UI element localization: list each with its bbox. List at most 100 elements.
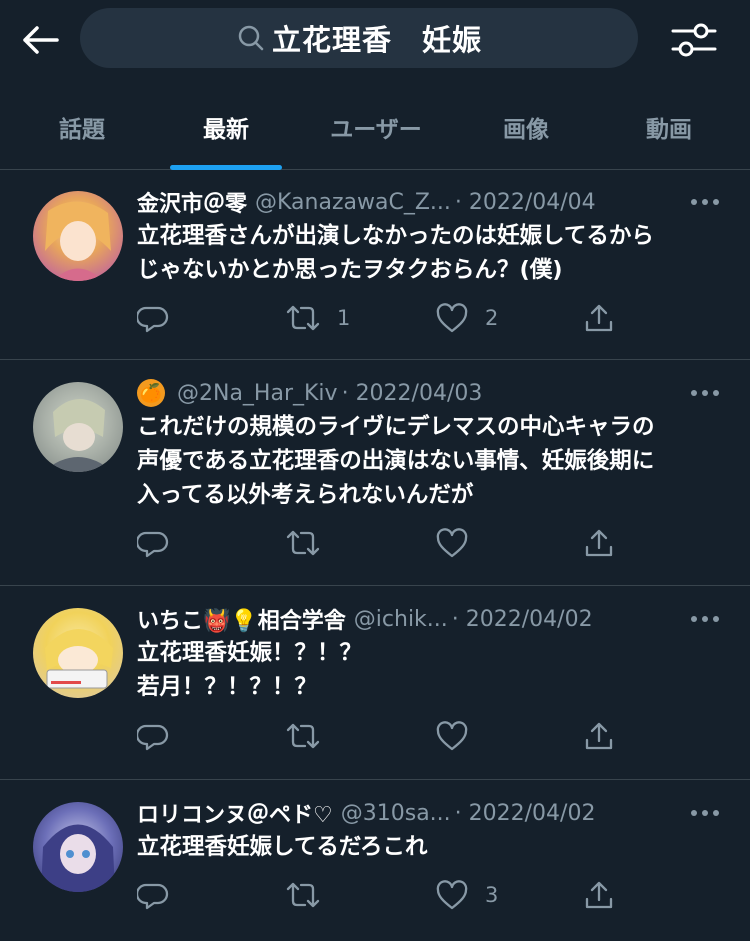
tweet[interactable]: 🍊 @2Na_Har_Kiv · 2022/04/03 これだけの規模のライヴに… — [0, 360, 750, 586]
tweet-text-line: これだけの規模のライヴにデレマスの中心キャラの — [137, 414, 655, 440]
tab-label: 動画 — [646, 117, 692, 143]
tab-label: ユーザー — [330, 117, 422, 143]
display-name[interactable]: ロリコンヌ＠ペド♡ — [137, 797, 333, 829]
reply-button[interactable] — [137, 298, 169, 338]
more-icon — [691, 199, 719, 205]
share-icon — [585, 304, 613, 332]
tweet-text-line: 若月！？！？！？ — [137, 674, 318, 700]
tweet-text: これだけの規模のライヴにデレマスの中心キャラの 声優である立花理香の出演はない事… — [137, 410, 722, 512]
tweet-text: 立花理香妊娠！？！？ 若月！？！？！？ — [137, 636, 722, 704]
tweet-header: いちこ👹💡相合学舎 @ichik... · 2022/04/02 — [137, 602, 720, 636]
tweet-text-line: 立花理香妊娠してるだろこれ — [137, 834, 428, 860]
heart-icon — [436, 528, 468, 558]
more-options-button[interactable] — [680, 604, 720, 634]
back-button[interactable] — [18, 18, 62, 62]
avatar[interactable] — [33, 608, 123, 698]
tab-photos[interactable]: 画像 — [464, 92, 588, 162]
tweet-text-line: じゃないかとか思ったヲタクおらん？(僕) — [137, 257, 563, 283]
sliders-icon — [671, 23, 717, 57]
like-button[interactable] — [435, 523, 485, 563]
user-handle[interactable]: @ichik... — [354, 607, 448, 632]
tweet-text: 立花理香さんが出演しなかったのは妊娠してるから じゃないかとか思ったヲタクおらん… — [137, 219, 722, 287]
more-icon — [691, 390, 719, 396]
reply-button[interactable] — [137, 716, 169, 756]
tab-people[interactable]: ユーザー — [288, 92, 464, 162]
tweet-actions: 1 2 — [137, 298, 617, 338]
share-icon — [585, 529, 613, 557]
retweet-button[interactable] — [285, 716, 337, 756]
tweet-date: · 2022/04/03 — [341, 380, 483, 406]
reply-button[interactable] — [137, 523, 169, 563]
share-button[interactable] — [583, 523, 615, 563]
avatar-image — [43, 398, 113, 472]
tweet[interactable]: ロリコンヌ＠ペド♡ @310sa... · 2022/04/02 立花理香妊娠し… — [0, 780, 750, 941]
tweet-date: · 2022/04/02 — [451, 606, 593, 632]
like-button[interactable]: 3 — [435, 875, 498, 915]
retweet-button[interactable]: 1 — [285, 298, 350, 338]
tweet-text-line: 入ってる以外考えられないんだが — [137, 482, 474, 508]
avatar[interactable] — [33, 802, 123, 892]
retweet-button[interactable] — [285, 523, 337, 563]
retweet-icon — [286, 305, 320, 331]
like-count: 3 — [485, 883, 499, 907]
more-icon — [691, 810, 719, 816]
tweet-date: · 2022/04/04 — [454, 189, 596, 215]
tweet-actions — [137, 523, 617, 563]
top-bar: 立花理香 妊娠 話題 最新 ユーザー 画像 動画 — [0, 0, 750, 170]
retweet-icon — [286, 530, 320, 556]
avatar-image — [41, 824, 115, 892]
user-handle[interactable]: @KanazawaC_Z... — [255, 190, 451, 215]
reply-icon — [137, 531, 169, 558]
more-options-button[interactable] — [680, 378, 720, 408]
heart-icon — [436, 721, 468, 751]
avatar-image — [45, 629, 113, 689]
like-button[interactable]: 2 — [435, 298, 498, 338]
tweet[interactable]: いちこ👹💡相合学舎 @ichik... · 2022/04/02 立花理香妊娠！… — [0, 586, 750, 780]
tweet-text-line: 立花理香妊娠！？！？ — [137, 640, 363, 666]
display-name[interactable]: 🍊 — [137, 379, 169, 407]
tweet-actions: 3 — [137, 875, 617, 915]
share-button[interactable] — [583, 875, 615, 915]
tweet-text-line: 立花理香さんが出演しなかったのは妊娠してるから — [137, 223, 654, 249]
tweet-actions — [137, 716, 617, 756]
tweet[interactable]: 金沢市＠零 @KanazawaC_Z... · 2022/04/04 立花理香さ… — [0, 171, 750, 360]
like-button[interactable] — [435, 716, 485, 756]
active-tab-indicator — [170, 165, 282, 170]
share-button[interactable] — [583, 298, 615, 338]
search-tabs: 話題 最新 ユーザー 画像 動画 — [0, 92, 750, 170]
user-handle[interactable]: @310sa... — [341, 801, 451, 826]
tab-label: 画像 — [503, 117, 549, 143]
heart-icon — [436, 303, 468, 333]
reply-button[interactable] — [137, 875, 169, 915]
heart-icon — [436, 880, 468, 910]
back-arrow-icon — [23, 26, 59, 54]
tab-top[interactable]: 話題 — [0, 92, 164, 162]
orange-emoji: 🍊 — [137, 379, 165, 407]
tweet-text-line: 声優である立花理香の出演はない事情、妊娠後期に — [137, 448, 655, 474]
more-options-button[interactable] — [680, 798, 720, 828]
retweet-button[interactable] — [285, 875, 337, 915]
more-options-button[interactable] — [680, 187, 720, 217]
share-button[interactable] — [583, 716, 615, 756]
search-input[interactable]: 立花理香 妊娠 — [80, 8, 638, 68]
display-name[interactable]: いちこ👹💡相合学舎 — [137, 603, 346, 635]
like-count: 2 — [485, 306, 499, 330]
tab-label: 最新 — [203, 117, 249, 143]
reply-icon — [137, 306, 169, 333]
search-icon — [238, 25, 264, 51]
search-settings-button[interactable] — [668, 14, 720, 66]
display-name[interactable]: 金沢市＠零 — [137, 186, 247, 218]
tab-label: 話題 — [59, 117, 105, 143]
avatar[interactable] — [33, 382, 123, 472]
tweet-header: ロリコンヌ＠ペド♡ @310sa... · 2022/04/02 — [137, 796, 720, 830]
avatar[interactable] — [33, 191, 123, 281]
retweet-icon — [286, 882, 320, 908]
tweet-text: 立花理香妊娠してるだろこれ — [137, 830, 722, 864]
tweet-header: 🍊 @2Na_Har_Kiv · 2022/04/03 — [137, 376, 720, 410]
tab-videos[interactable]: 動画 — [588, 92, 750, 162]
more-icon — [691, 616, 719, 622]
search-query-text: 立花理香 妊娠 — [271, 23, 482, 57]
user-handle[interactable]: @2Na_Har_Kiv — [177, 381, 338, 406]
avatar-image — [45, 201, 111, 281]
tab-latest[interactable]: 最新 — [164, 92, 288, 170]
